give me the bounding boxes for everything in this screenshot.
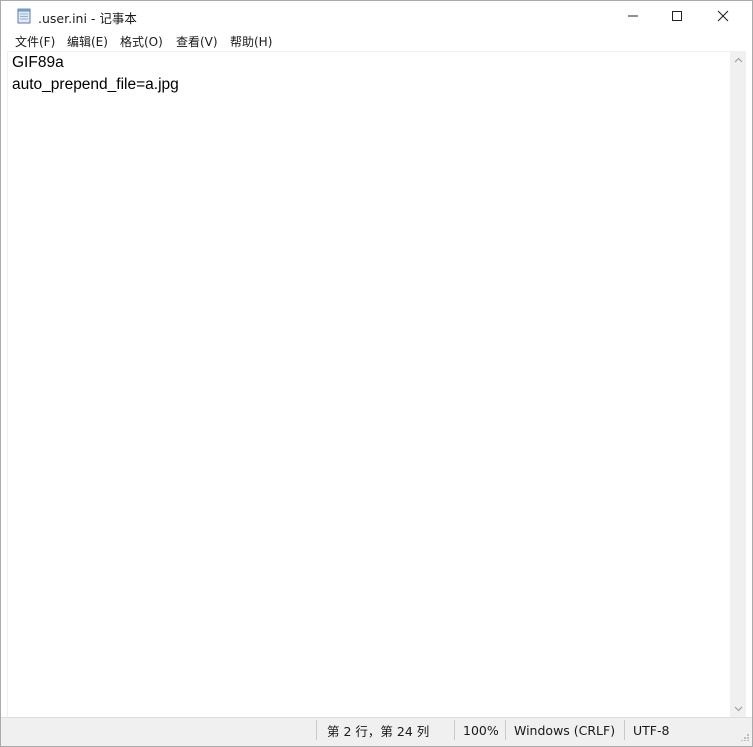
- minimize-button[interactable]: [610, 1, 656, 31]
- window-bottom-edge: [1, 741, 752, 746]
- menu-format[interactable]: 格式(O): [120, 33, 163, 50]
- editor-line[interactable]: auto_prepend_file=a.jpg: [12, 76, 179, 94]
- menu-file[interactable]: 文件(F): [15, 33, 55, 50]
- notepad-app-icon[interactable]: [17, 8, 31, 24]
- vertical-scrollbar[interactable]: [730, 51, 746, 717]
- scroll-down-button[interactable]: [730, 701, 746, 717]
- status-cursor-position: 第 2 行，第 24 列: [327, 723, 430, 739]
- scroll-up-button[interactable]: [730, 52, 746, 68]
- status-separator: [316, 720, 317, 740]
- status-encoding: UTF-8: [633, 722, 670, 738]
- resize-grip-icon[interactable]: [738, 728, 750, 742]
- menu-edit[interactable]: 编辑(E): [67, 33, 108, 50]
- maximize-icon: [672, 11, 682, 21]
- chevron-up-icon: [734, 57, 742, 63]
- status-line-ending: Windows (CRLF): [514, 722, 616, 738]
- status-zoom: 100%: [463, 722, 499, 738]
- status-bar: 第 2 行，第 24 列 100% Windows (CRLF) UTF-8: [1, 717, 752, 742]
- menu-help[interactable]: 帮助(H): [230, 33, 272, 50]
- close-icon: [717, 10, 729, 22]
- menu-view[interactable]: 查看(V): [176, 33, 218, 50]
- notepad-window: .user.ini - 记事本 文件(F) 编辑(E) 格式(O) 查看(V) …: [0, 0, 753, 747]
- chevron-down-icon: [734, 706, 742, 712]
- text-editor[interactable]: GIF89a auto_prepend_file=a.jpg: [7, 51, 731, 718]
- title-bar[interactable]: .user.ini - 记事本: [1, 1, 752, 31]
- window-title: .user.ini - 记事本: [38, 11, 137, 26]
- minimize-icon: [628, 15, 638, 17]
- maximize-button[interactable]: [654, 1, 700, 31]
- close-button[interactable]: [700, 1, 746, 31]
- menu-bar: 文件(F) 编辑(E) 格式(O) 查看(V) 帮助(H): [1, 31, 752, 51]
- editor-line[interactable]: GIF89a: [12, 54, 64, 72]
